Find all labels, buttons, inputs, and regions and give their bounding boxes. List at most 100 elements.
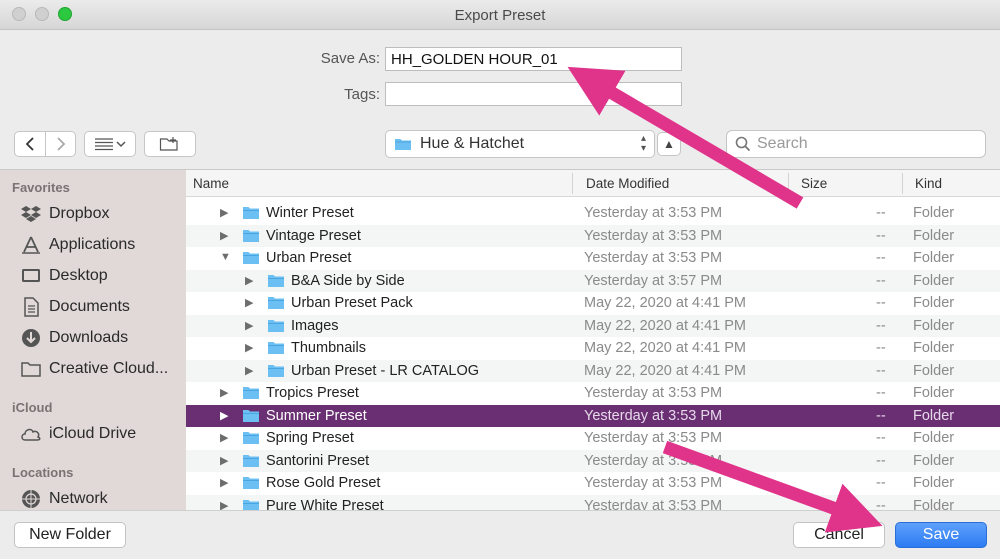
sidebar: Favorites Dropbox Applications Desktop D… [0,170,186,510]
back-button[interactable] [14,131,46,157]
save-button[interactable]: Save [895,522,987,548]
file-name: Urban Preset Pack [291,295,413,311]
folder-icon [243,387,259,399]
sidebar-item-desktop[interactable]: Desktop [20,262,108,290]
file-date-modified: Yesterday at 3:53 PM [584,407,723,424]
title-bar: Export Preset [0,0,1000,30]
file-date-modified: Yesterday at 3:53 PM [584,250,723,266]
file-date-modified: Yesterday at 3:53 PM [584,475,723,491]
file-kind: Folder [913,475,955,491]
column-date-modified[interactable]: Date Modified [586,176,669,191]
network-icon [20,488,42,510]
tags-field[interactable] [385,82,682,106]
folder-icon [268,319,284,332]
file-name: B&A Side by Side [291,272,405,289]
new-folder-icon [159,137,178,151]
disclosure-collapsed-icon[interactable]: ▶ [220,476,228,489]
file-kind: Folder [913,430,955,446]
cancel-button[interactable]: Cancel [793,522,885,548]
file-name: Pure White Preset [266,497,384,511]
sidebar-item-icloud-drive[interactable]: iCloud Drive [20,420,136,448]
disclosure-collapsed-icon[interactable]: ▶ [220,206,228,219]
file-row[interactable]: ▶ Vintage Preset Yesterday at 3:53 PM -- Fol… [186,224,1000,247]
file-row[interactable]: ▶ Urban Preset Pack May 22, 2020 at 4:41 P… [186,292,1000,315]
file-row[interactable]: ▶ B&A Side by Side Yesterday at 3:57 PM -- F… [186,269,1000,292]
file-row[interactable]: ▶ Tropics Preset Yesterday at 3:53 PM -- Fol… [186,382,1000,405]
file-date-modified: Yesterday at 3:53 PM [584,497,723,511]
applications-icon [20,234,42,256]
disclosure-collapsed-icon[interactable]: ▶ [220,409,228,422]
sidebar-item-label: iCloud Drive [49,425,137,442]
file-kind: Folder [913,205,955,221]
new-folder-button[interactable]: New Folder [14,522,126,548]
sidebar-item-label: Dropbox [49,205,110,222]
file-row[interactable]: ▶ Pure White Preset Yesterday at 3:53 PM --… [186,494,1000,511]
file-name: Vintage Preset [266,227,361,244]
sidebar-item-documents[interactable]: Documents [20,293,130,321]
file-row[interactable]: ▶ Urban Preset - LR CATALOG May 22, 2020 a… [186,359,1000,382]
disclosure-collapsed-icon[interactable]: ▶ [220,431,228,444]
file-kind: Folder [913,452,955,469]
file-row[interactable]: ▶ Summer Preset Yesterday at 3:53 PM -- Fold… [186,404,1000,427]
disclosure-expanded-icon[interactable]: ▼ [220,251,231,263]
tags-label: Tags: [344,86,380,103]
disclosure-collapsed-icon[interactable]: ▶ [245,274,253,287]
column-size[interactable]: Size [801,176,827,191]
view-options-button[interactable] [84,131,136,157]
sidebar-item-label: Documents [49,298,130,315]
file-row[interactable]: ▼ Urban Preset Yesterday at 3:53 PM -- Folde… [186,247,1000,270]
disclosure-collapsed-icon[interactable]: ▶ [220,386,228,399]
file-kind: Folder [913,407,955,424]
folder-icon [243,207,259,219]
disclosure-collapsed-icon[interactable]: ▶ [245,296,253,309]
sidebar-item-label: Creative Cloud... [49,360,169,377]
disclosure-collapsed-icon[interactable]: ▶ [220,499,228,511]
file-name: Thumbnails [291,340,366,356]
disclosure-collapsed-icon[interactable]: ▶ [220,229,228,242]
file-name: Santorini Preset [266,452,370,469]
file-row[interactable]: ▶ Spring Preset Yesterday at 3:53 PM -- Fold… [186,427,1000,450]
file-row[interactable]: ▶ Images May 22, 2020 at 4:41 PM -- Folder [186,314,1000,337]
file-name: Winter Preset [266,205,354,221]
file-kind: Folder [913,250,955,266]
file-kind: Folder [913,272,955,289]
cloud-icon [20,423,42,445]
desktop-icon [20,265,42,287]
new-folder-toolbar-button[interactable] [144,131,196,157]
export-preset-dialog: Export Preset Save As: Tags: Hue & Hatch… [0,0,1000,559]
sidebar-item-dropbox[interactable]: Dropbox [20,200,109,228]
search-field[interactable] [726,130,986,158]
dropbox-icon [20,203,42,225]
file-row[interactable]: ▶ Santorini Preset Yesterday at 3:53 PM -- F… [186,449,1000,472]
collapse-dialog-button[interactable]: ▲ [657,132,681,156]
column-kind[interactable]: Kind [915,176,942,191]
file-row[interactable]: ▶ Thumbnails May 22, 2020 at 4:41 PM -- Fold… [186,337,1000,360]
column-name[interactable]: Name [193,176,229,191]
sidebar-item-network[interactable]: Network [20,485,108,510]
location-popup[interactable]: Hue & Hatchet ▴ ▾ [385,130,655,158]
sidebar-item-downloads[interactable]: Downloads [20,324,128,352]
file-row[interactable]: ▶ Rose Gold Preset Yesterday at 3:53 PM -- F… [186,472,1000,495]
location-label: Hue & Hatchet [420,135,525,152]
file-row[interactable]: ▶ Winter Preset Yesterday at 3:53 PM -- Fold… [186,202,1000,225]
file-kind: Folder [913,317,955,334]
file-kind: Folder [913,295,955,311]
file-kind: Folder [913,385,955,401]
forward-button[interactable] [45,131,76,157]
disclosure-collapsed-icon[interactable]: ▶ [220,454,228,467]
file-date-modified: May 22, 2020 at 4:41 PM [584,362,747,379]
column-header: Name Date Modified Size Kind [186,170,1000,197]
save-as-field[interactable] [385,47,682,71]
disclosure-collapsed-icon[interactable]: ▶ [245,319,253,332]
sidebar-item-applications[interactable]: Applications [20,231,135,259]
sidebar-item-creative-cloud[interactable]: Creative Cloud... [20,355,168,383]
file-date-modified: Yesterday at 3:53 PM [584,430,723,446]
disclosure-collapsed-icon[interactable]: ▶ [245,341,253,354]
file-name: Tropics Preset [266,385,359,401]
file-size: -- [876,385,886,401]
search-input[interactable] [757,135,967,153]
file-size: -- [876,452,886,469]
sidebar-item-label: Network [49,490,108,507]
disclosure-collapsed-icon[interactable]: ▶ [245,364,253,377]
folder-icon [243,252,259,264]
